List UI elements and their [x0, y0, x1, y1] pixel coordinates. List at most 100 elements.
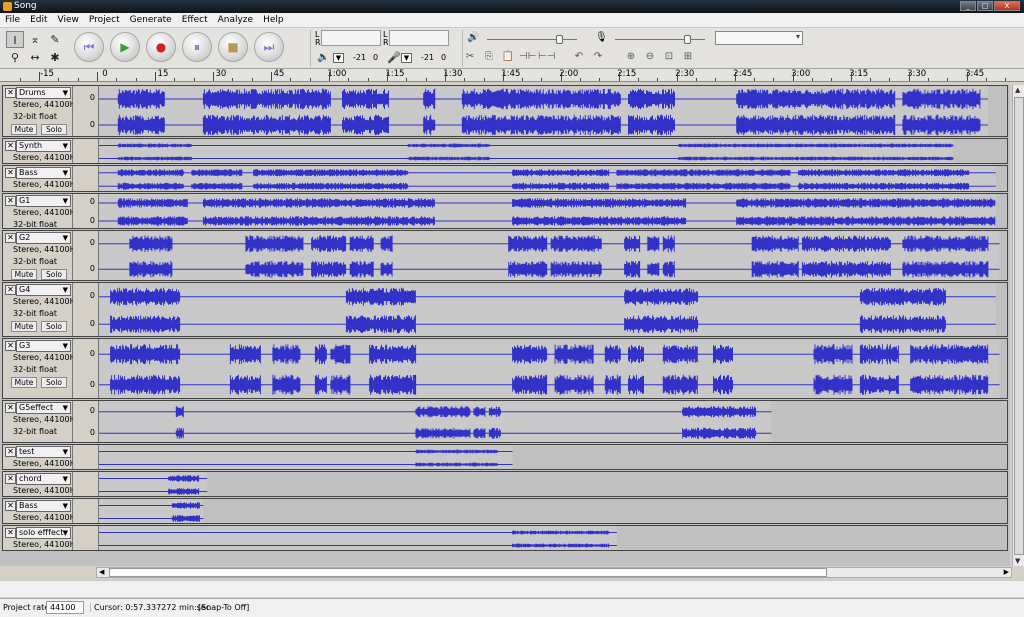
menu-view[interactable]: View — [53, 13, 84, 27]
track-control-panel[interactable]: ✕ Bass ▼ Stereo, 44100Hz — [3, 166, 80, 191]
close-track-icon[interactable]: ✕ — [5, 141, 16, 151]
stop-button[interactable]: ■ — [218, 32, 248, 62]
horizontal-scroll-thumb[interactable] — [109, 568, 827, 577]
track-name-menu[interactable]: G2 ▼ — [16, 232, 71, 244]
track[interactable]: ✕ Drums ▼ Stereo, 44100Hz 32-bit float Mute So… — [2, 85, 1008, 137]
play-meter[interactable] — [321, 30, 381, 46]
track-control-panel[interactable]: ✕ test ▼ Stereo, 44100Hz — [3, 445, 80, 469]
draw-tool-icon[interactable]: ✎ — [46, 31, 64, 48]
menu-analyze[interactable]: Analyze — [213, 13, 258, 27]
close-track-icon[interactable]: ✕ — [5, 168, 16, 178]
skip-end-button[interactable]: ⏭ — [254, 32, 284, 62]
waveform[interactable] — [99, 499, 1008, 523]
paste-icon[interactable]: 📋 — [500, 49, 516, 64]
waveform[interactable] — [99, 231, 1008, 280]
skip-start-button[interactable]: ⏮ — [74, 32, 104, 62]
envelope-tool-icon[interactable]: ⌅ — [26, 31, 44, 48]
close-track-icon[interactable]: ✕ — [5, 447, 16, 457]
scroll-left-icon[interactable]: ◀ — [99, 568, 104, 576]
track-name-menu[interactable]: Bass ▼ — [16, 167, 71, 179]
track[interactable]: ✕ solo efffect ▼ Stereo, 44100Hz — [2, 525, 1008, 551]
play-meter-dropdown[interactable]: ▼ — [333, 53, 344, 63]
solo-button[interactable]: Solo — [41, 321, 67, 332]
track-name-menu[interactable]: G4 ▼ — [16, 284, 71, 296]
timeshift-tool-icon[interactable]: ↔ — [26, 49, 44, 66]
track-name-menu[interactable]: solo efffect ▼ — [16, 527, 71, 539]
waveform[interactable] — [99, 166, 1008, 191]
close-track-icon[interactable]: ✕ — [5, 474, 16, 484]
mute-button[interactable]: Mute — [11, 269, 37, 280]
fit-project-icon[interactable]: ⊞ — [680, 49, 696, 64]
track-name-menu[interactable]: chord ▼ — [16, 473, 71, 485]
pause-button[interactable]: ⏸ — [182, 32, 212, 62]
track[interactable]: ✕ Synth ▼ Stereo, 44100Hz — [2, 138, 1008, 164]
solo-button[interactable]: Solo — [41, 269, 67, 280]
menu-effect[interactable]: Effect — [177, 13, 213, 27]
track-name-menu[interactable]: G1 ▼ — [16, 195, 71, 207]
track-name-menu[interactable]: test ▼ — [16, 446, 71, 458]
trim-icon[interactable]: ⊣⊢ — [519, 49, 536, 64]
track[interactable]: ✕ test ▼ Stereo, 44100Hz — [2, 444, 1008, 470]
track[interactable]: ✕ G2 ▼ Stereo, 44100Hz 32-bit float Mute Solo 0… — [2, 230, 1008, 281]
track-control-panel[interactable]: ✕ Bass ▼ Stereo, 44100Hz — [3, 499, 80, 523]
minimize-button[interactable]: _ — [960, 1, 976, 11]
menu-help[interactable]: Help — [258, 13, 289, 27]
menu-edit[interactable]: Edit — [25, 13, 52, 27]
close-button[interactable]: X — [994, 1, 1020, 11]
record-meter[interactable] — [389, 30, 449, 46]
track-control-panel[interactable]: ✕ Synth ▼ Stereo, 44100Hz — [3, 139, 80, 163]
track[interactable]: ✕ G1 ▼ Stereo, 44100Hz 32-bit float 0 0 — [2, 193, 1008, 229]
waveform[interactable] — [99, 339, 1008, 398]
track-control-panel[interactable]: ✕ G4 ▼ Stereo, 44100Hz 32-bit float Mute Solo — [3, 283, 80, 336]
solo-button[interactable]: Solo — [41, 124, 67, 135]
track-control-panel[interactable]: ✕ solo efffect ▼ Stereo, 44100Hz — [3, 526, 80, 550]
track-control-panel[interactable]: ✕ G3 ▼ Stereo, 44100Hz 32-bit float Mute Solo — [3, 339, 80, 398]
input-volume-slider[interactable] — [684, 35, 691, 44]
rec-meter-dropdown[interactable]: ▼ — [401, 53, 412, 63]
scroll-down-icon[interactable]: ▼ — [1015, 557, 1020, 565]
undo-icon[interactable]: ↶ — [571, 49, 587, 64]
track-name-menu[interactable]: G3 ▼ — [16, 340, 71, 352]
track-name-menu[interactable]: Drums ▼ — [16, 87, 71, 99]
vertical-scroll-thumb[interactable] — [1014, 97, 1024, 555]
close-track-icon[interactable]: ✕ — [5, 501, 16, 511]
play-button[interactable]: ▶ — [110, 32, 140, 62]
selection-tool-icon[interactable]: I — [6, 31, 24, 48]
mute-button[interactable]: Mute — [11, 377, 37, 388]
track[interactable]: ✕ G5effect ▼ Stereo, 44100Hz 32-bit float 0 0 — [2, 400, 1008, 443]
track-name-menu[interactable]: Bass ▼ — [16, 500, 71, 512]
track-name-menu[interactable]: G5effect ▼ — [16, 402, 71, 414]
copy-icon[interactable]: ⎘ — [481, 49, 497, 64]
horizontal-scrollbar[interactable]: ◀ ▶ — [96, 567, 1012, 578]
timeline-ruler[interactable]: -15 0 15 30 45 1:00 1:15 1:30 1:45 2:00 2:15 2:30 2:… — [0, 69, 1024, 82]
track[interactable]: ✕ G3 ▼ Stereo, 44100Hz 32-bit float Mute Solo 0… — [2, 338, 1008, 399]
scroll-up-icon[interactable]: ▲ — [1015, 86, 1020, 94]
waveform[interactable] — [99, 283, 1008, 336]
track-control-panel[interactable]: ✕ G2 ▼ Stereo, 44100Hz 32-bit float Mute Solo — [3, 231, 80, 280]
close-track-icon[interactable]: ✕ — [5, 233, 16, 243]
close-track-icon[interactable]: ✕ — [5, 285, 16, 295]
vertical-scrollbar[interactable]: ▲ ▼ — [1012, 85, 1024, 566]
zoom-out-icon[interactable]: ⊖ — [642, 49, 658, 64]
input-device-select[interactable]: ▾ — [715, 31, 803, 45]
close-track-icon[interactable]: ✕ — [5, 403, 16, 413]
waveform[interactable] — [99, 194, 1008, 228]
track[interactable]: ✕ Bass ▼ Stereo, 44100Hz — [2, 165, 1008, 192]
scroll-right-icon[interactable]: ▶ — [1004, 568, 1009, 576]
menu-generate[interactable]: Generate — [125, 13, 177, 27]
multi-tool-icon[interactable]: ✱ — [46, 49, 64, 66]
track-control-panel[interactable]: ✕ chord ▼ Stereo, 44100Hz — [3, 472, 80, 496]
project-rate-field[interactable]: 44100 — [46, 601, 84, 614]
close-track-icon[interactable]: ✕ — [5, 528, 16, 538]
mute-button[interactable]: Mute — [11, 321, 37, 332]
waveform[interactable] — [99, 139, 1008, 163]
redo-icon[interactable]: ↷ — [590, 49, 606, 64]
track[interactable]: ✕ Bass ▼ Stereo, 44100Hz — [2, 498, 1008, 524]
record-button[interactable]: ● — [146, 32, 176, 62]
track-name-menu[interactable]: Synth ▼ — [16, 140, 71, 152]
cut-icon[interactable]: ✂ — [462, 49, 478, 64]
track[interactable]: ✕ G4 ▼ Stereo, 44100Hz 32-bit float Mute Solo 0… — [2, 282, 1008, 337]
silence-icon[interactable]: ⊢⊣ — [538, 49, 555, 64]
track[interactable]: ✕ chord ▼ Stereo, 44100Hz — [2, 471, 1008, 497]
waveform[interactable] — [99, 86, 1008, 136]
